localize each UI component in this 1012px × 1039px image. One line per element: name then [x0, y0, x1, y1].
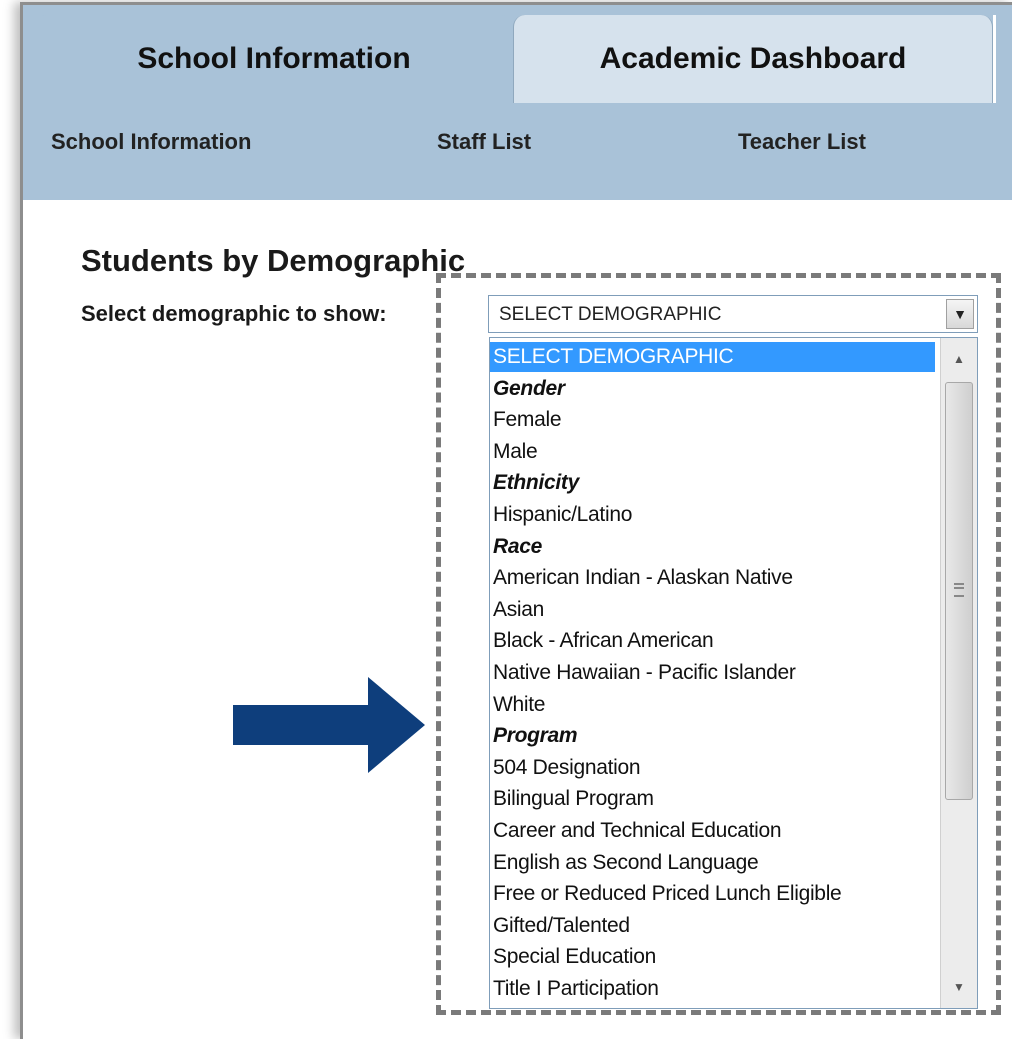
scroll-thumb[interactable] — [945, 382, 973, 800]
option-item[interactable]: Free or Reduced Priced Lunch Eligible — [490, 879, 935, 909]
page-title: Students by Demographic — [81, 243, 466, 278]
arrow-right-icon — [233, 677, 425, 773]
option-group-label: Ethnicity — [493, 471, 579, 495]
grip-icon — [954, 583, 964, 597]
option-item[interactable]: Native Hawaiian - Pacific Islander — [490, 658, 935, 688]
option-item[interactable]: Gifted/Talented — [490, 911, 935, 941]
tab-academic-dashboard[interactable]: Academic Dashboard — [513, 15, 993, 103]
option-item[interactable]: Black - African American — [490, 626, 935, 656]
option-item[interactable]: Asian — [490, 595, 935, 625]
tab-overflow-edge — [993, 15, 1012, 103]
option-item[interactable]: 504 Designation — [490, 753, 935, 783]
demographic-options-list[interactable]: SELECT DEMOGRAPHIC Gender Female Male Ethnic… — [489, 337, 978, 1009]
option-item[interactable]: Female — [490, 405, 935, 435]
option-item[interactable]: American Indian - Alaskan Native — [490, 563, 935, 593]
chevron-down-icon[interactable]: ▼ — [946, 299, 974, 329]
app-frame: School Information Academic Dashboard Sc… — [20, 2, 1012, 1039]
option-item[interactable]: Title I Participation — [490, 974, 935, 1004]
demographic-select[interactable]: SELECT DEMOGRAPHIC ▼ — [488, 295, 978, 333]
option-group-label: Race — [493, 534, 543, 558]
option-item[interactable]: Hispanic/Latino — [490, 500, 935, 530]
subnav-staff-list[interactable]: Staff List — [437, 129, 531, 155]
scrollbar[interactable]: ▲ ▼ — [940, 338, 977, 1008]
option-item[interactable]: Career and Technical Education — [490, 816, 935, 846]
option-item[interactable]: English as Second Language — [490, 848, 935, 878]
option-item[interactable]: Special Education — [490, 942, 935, 972]
option-group-label: Gender — [493, 376, 565, 400]
scroll-up-icon[interactable]: ▲ — [945, 342, 973, 376]
option-item[interactable]: White — [490, 690, 935, 720]
demographic-select-value: SELECT DEMOGRAPHIC — [499, 304, 722, 325]
subnav-school-information[interactable]: School Information — [51, 129, 251, 155]
sub-navigation: School Information Staff List Teacher Li… — [23, 103, 1012, 183]
option-group-label: Program — [493, 724, 578, 748]
tab-school-information[interactable]: School Information — [35, 15, 513, 103]
option-item[interactable]: SELECT DEMOGRAPHIC — [490, 342, 935, 372]
demographic-select-label: Select demographic to show: — [81, 301, 387, 326]
tab-bar: School Information Academic Dashboard Sc… — [23, 5, 1012, 200]
scroll-down-icon[interactable]: ▼ — [945, 970, 973, 1004]
option-item[interactable]: Male — [490, 437, 935, 467]
option-item[interactable]: Bilingual Program — [490, 784, 935, 814]
subnav-teacher-list[interactable]: Teacher List — [738, 129, 866, 155]
